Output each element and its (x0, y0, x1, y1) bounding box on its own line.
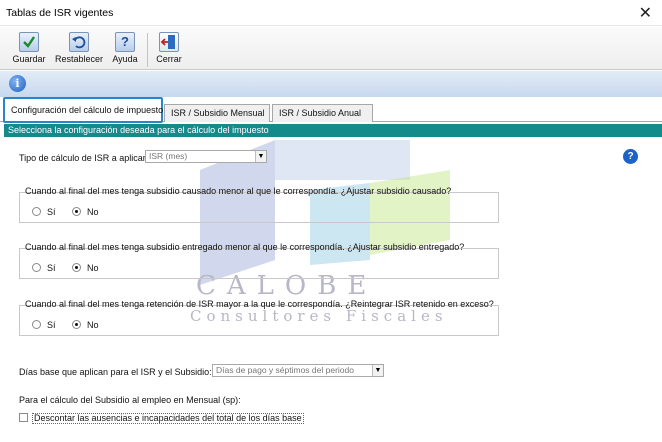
toolbar: Guardar Restablecer ? Ayuda Cerrar (0, 27, 662, 70)
help-button[interactable]: ? Ayuda (110, 32, 140, 68)
discount-checkbox[interactable] (19, 413, 28, 422)
reset-button[interactable]: Restablecer (53, 32, 105, 68)
save-button[interactable]: Guardar (10, 32, 48, 68)
radio-no[interactable]: No (72, 263, 99, 273)
config-panel: CALOBE Consultores Fiscales Tipo de cálc… (0, 137, 662, 442)
close-button[interactable]: Cerrar (153, 32, 185, 68)
isr-type-select[interactable]: ISR (mes) ▼ (145, 150, 267, 163)
days-base-label: Días base que aplican para el ISR y el S… (19, 367, 212, 377)
toolbar-separator (147, 33, 148, 67)
group-ajustar-subsidio-causado: Cuando al final del mes tenga subsidio c… (19, 186, 499, 223)
radio-si[interactable]: Sí (32, 263, 56, 273)
days-base-select[interactable]: Días de pago y séptimos del periodo ▼ (212, 364, 384, 377)
chevron-down-icon: ▼ (255, 151, 266, 162)
tab-isr-anual[interactable]: ISR / Subsidio Anual (272, 104, 373, 122)
undo-icon (69, 32, 89, 52)
isr-type-label: Tipo de cálculo de ISR a aplicar: (19, 153, 149, 163)
tab-strip: Configuración del cálculo de impuesto IS… (0, 97, 662, 123)
group-legend: Cuando al final del mes tenga subsidio e… (25, 242, 465, 252)
tab-configuracion[interactable]: Configuración del cálculo de impuesto (3, 97, 163, 123)
window-title: Tablas de ISR vigentes (6, 7, 114, 19)
radio-no[interactable]: No (72, 207, 99, 217)
title-bar: Tablas de ISR vigentes ✕ (0, 0, 662, 26)
radio-si[interactable]: Sí (32, 320, 56, 330)
group-ajustar-subsidio-entregado: Cuando al final del mes tenga subsidio e… (19, 242, 499, 279)
group-legend: Cuando al final del mes tenga subsidio c… (25, 186, 452, 196)
radio-si[interactable]: Sí (32, 207, 56, 217)
info-icon: i (9, 75, 26, 92)
info-bar: i (0, 71, 662, 97)
check-icon (19, 32, 39, 52)
subsidy-section-title: Para el cálculo del Subsidio al empleo e… (19, 395, 241, 405)
exit-door-icon (159, 32, 179, 52)
close-window-icon[interactable]: ✕ (639, 3, 652, 23)
radio-no[interactable]: No (72, 320, 99, 330)
help-icon: ? (115, 32, 135, 52)
section-banner: Selecciona la configuración deseada para… (4, 124, 662, 137)
discount-checkbox-label[interactable]: Descontar las ausencias e incapacidades … (32, 413, 304, 424)
chevron-down-icon: ▼ (372, 365, 383, 376)
help-icon[interactable]: ? (623, 149, 638, 164)
group-legend: Cuando al final del mes tenga retención … (25, 299, 494, 309)
group-reintegrar-isr: Cuando al final del mes tenga retención … (19, 299, 499, 336)
tab-isr-mensual[interactable]: ISR / Subsidio Mensual (164, 104, 270, 122)
